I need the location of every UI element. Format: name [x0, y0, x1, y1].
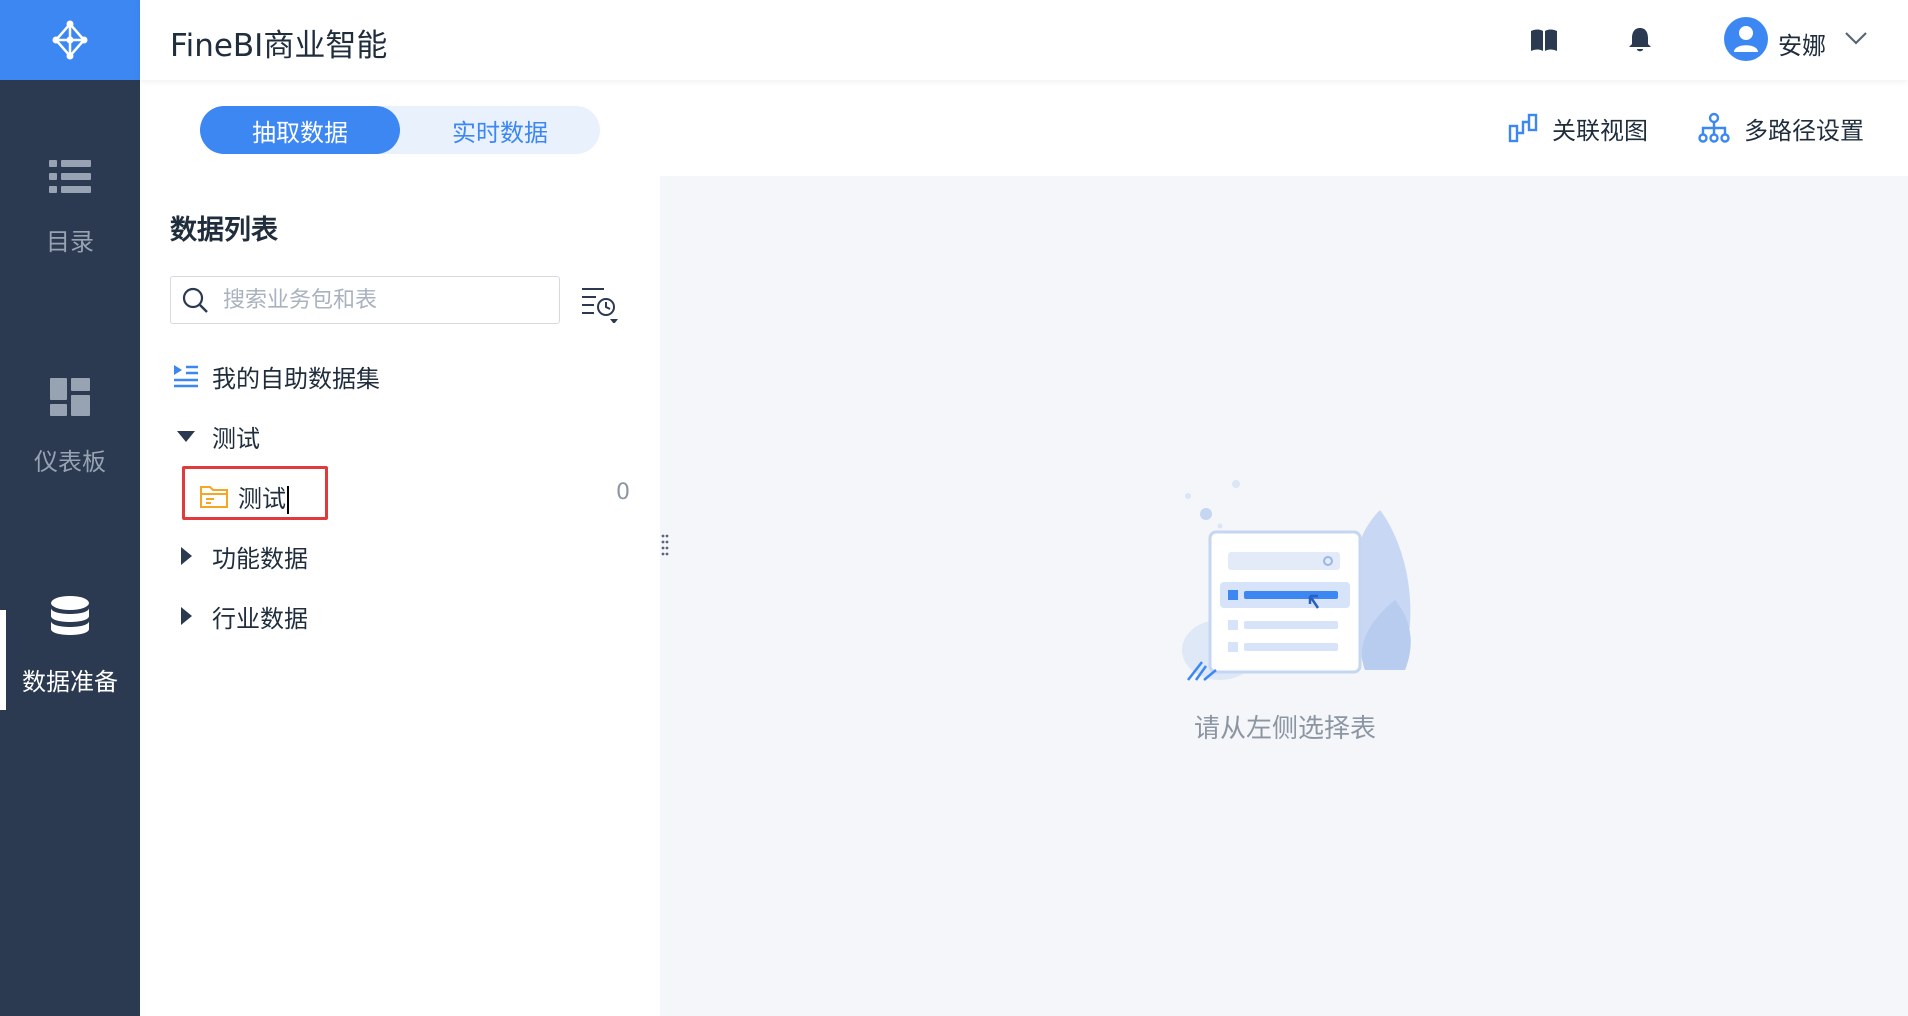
- collapse-arrow-icon[interactable]: [180, 607, 192, 625]
- tree-item-label: 我的自助数据集: [212, 364, 380, 393]
- tree-item-industry-data[interactable]: 行业数据: [160, 592, 640, 640]
- tab-extract-data[interactable]: 抽取数据: [200, 106, 400, 154]
- sidebar-item-label: 数据准备: [22, 668, 118, 696]
- database-icon: [45, 592, 95, 642]
- tree-item-label: 功能数据: [212, 544, 308, 573]
- sidebar: 目录 仪表板 数据准备: [0, 80, 140, 1016]
- hierarchy-icon: [1698, 112, 1730, 143]
- time-sort-icon: [582, 288, 618, 323]
- sidebar-item-dashboard[interactable]: 仪表板: [0, 372, 140, 477]
- tree-item-test-group[interactable]: 测试: [160, 412, 640, 460]
- search-input[interactable]: [221, 286, 545, 314]
- user-name[interactable]: 安娜: [1778, 26, 1826, 61]
- tab-realtime-data[interactable]: 实时数据: [400, 106, 600, 154]
- tree-item-label: 行业数据: [212, 604, 308, 633]
- relation-view-icon: [1508, 113, 1538, 143]
- expand-arrow-icon[interactable]: [177, 430, 195, 442]
- panel-resize-handle[interactable]: [660, 532, 670, 562]
- app-title: FineBI商业智能: [170, 28, 388, 64]
- multipath-settings-button[interactable]: 多路径设置: [1698, 110, 1864, 146]
- sidebar-item-label: 仪表板: [34, 448, 106, 476]
- relation-view-label: 关联视图: [1552, 116, 1648, 145]
- sidebar-item-catalog[interactable]: 目录: [0, 152, 140, 257]
- collapse-arrow-icon[interactable]: [180, 547, 192, 565]
- multipath-settings-label: 多路径设置: [1744, 116, 1864, 145]
- user-avatar-icon[interactable]: [1724, 17, 1768, 61]
- data-mode-tabs: 抽取数据 实时数据: [200, 106, 600, 154]
- sidebar-item-label: 目录: [46, 228, 94, 256]
- self-dataset-icon: [160, 363, 212, 389]
- list-icon: [45, 152, 95, 202]
- top-header: FineBI商业智能 安娜: [140, 0, 1908, 80]
- app-logo[interactable]: [0, 0, 140, 80]
- highlight-outline: [182, 466, 328, 520]
- sort-filter-button[interactable]: [578, 282, 622, 324]
- item-count: 0: [616, 480, 630, 505]
- dashboard-icon: [45, 372, 95, 422]
- sidebar-item-data-prep[interactable]: 数据准备: [0, 592, 140, 697]
- data-list-title: 数据列表: [170, 215, 278, 246]
- search-field[interactable]: [170, 276, 560, 324]
- relation-view-button[interactable]: 关联视图: [1508, 110, 1648, 146]
- book-icon[interactable]: [1526, 22, 1562, 58]
- tree-item-label: 测试: [212, 424, 260, 453]
- bell-icon[interactable]: [1622, 22, 1658, 58]
- empty-state-text: 请从左侧选择表: [1193, 714, 1376, 744]
- search-icon: [182, 287, 208, 313]
- tree-item-function-data[interactable]: 功能数据: [160, 532, 640, 580]
- logo-icon: [52, 20, 88, 60]
- empty-state-illustration: [1182, 480, 1411, 681]
- tree-item-self-dataset[interactable]: 我的自助数据集: [160, 352, 640, 400]
- chevron-down-icon[interactable]: [1844, 28, 1868, 48]
